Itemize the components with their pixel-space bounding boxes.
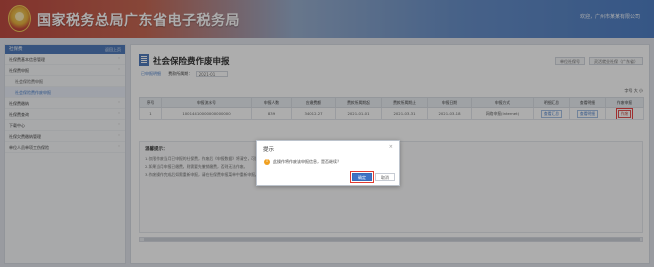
dialog-message: 此操作将作废该申报信息，是否继续？	[273, 159, 341, 164]
close-icon[interactable]: ×	[389, 144, 393, 150]
confirm-button[interactable]: 确定	[350, 171, 374, 183]
cancel-button[interactable]: 取消	[375, 173, 395, 181]
modal-overlay	[0, 0, 654, 267]
warning-icon: !	[264, 159, 270, 165]
dialog-title: 提示	[263, 147, 275, 153]
confirm-dialog: 提示 × ! 此操作将作废该申报信息，是否继续？ 确定 取消	[256, 140, 400, 186]
